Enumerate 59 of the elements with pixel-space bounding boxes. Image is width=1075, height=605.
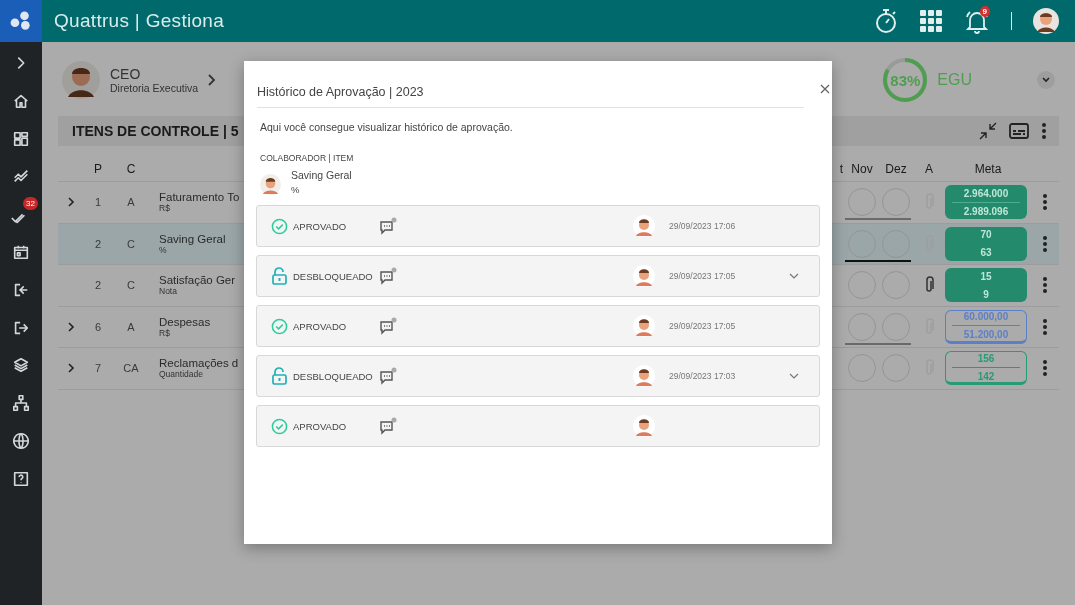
item-name: Reclamações d xyxy=(159,357,240,370)
timestamp: 29/09/2023 17:06 xyxy=(669,221,737,231)
column-header: Meta xyxy=(973,161,1003,176)
status-label: DESBLOQUEADO xyxy=(293,370,374,382)
table-cell-text: 2 xyxy=(93,237,103,250)
app-title: Quattrus | Gestiona xyxy=(54,10,225,32)
column-header: Nov xyxy=(851,161,873,176)
score-label: EGU xyxy=(937,71,972,89)
item-unit: % xyxy=(291,184,301,195)
target-value: 15 xyxy=(980,270,992,282)
item-unit: Quantidade xyxy=(159,369,203,380)
table-cell-text: 2 xyxy=(93,279,103,292)
timestamp: 29/09/2023 17:03 xyxy=(669,371,737,381)
actual-value: 2.989.096 xyxy=(963,205,1009,217)
dialog-title: Histórico de Aprovação | 2023 xyxy=(257,85,424,99)
table-cell-text: A xyxy=(126,196,136,209)
item-name: Saving Geral xyxy=(291,169,352,181)
table-cell-text: 1 xyxy=(93,196,103,209)
actual-value: 63 xyxy=(980,247,992,259)
status-label: APROVADO xyxy=(293,320,348,332)
item-unit: R$ xyxy=(159,203,171,214)
actual-value: 9 xyxy=(983,288,989,300)
table-cell-text: CA xyxy=(122,362,140,375)
target-value: 60.000,00 xyxy=(963,311,1009,323)
table-cell-text: A xyxy=(126,320,136,333)
actual-value: 51.200,00 xyxy=(963,329,1009,341)
actual-value: 142 xyxy=(977,370,995,382)
column-header: A xyxy=(924,161,934,176)
profile-role: CEO xyxy=(110,66,142,82)
status-label: DESBLOQUEADO xyxy=(293,270,374,282)
target-value: 156 xyxy=(977,352,995,364)
item-unit: % xyxy=(159,244,167,255)
table-cell-text: 7 xyxy=(93,362,103,375)
notification-badge: 9 xyxy=(979,6,990,17)
column-header: t xyxy=(838,161,844,176)
table-cell-text: 6 xyxy=(93,320,103,333)
count-badge: 32 xyxy=(23,197,38,211)
timestamp: 29/09/2023 17:05 xyxy=(669,271,737,281)
column-header: Dez xyxy=(885,161,907,176)
item-unit: Nota xyxy=(159,286,178,297)
item-unit: R$ xyxy=(159,327,170,338)
target-value: 70 xyxy=(980,229,992,241)
item-name: Satisfação Ger xyxy=(159,274,237,287)
column-header: C xyxy=(125,161,137,176)
score-percent: 83% xyxy=(890,71,921,89)
status-label: APROVADO xyxy=(293,420,348,432)
status-label: APROVADO xyxy=(293,220,348,232)
timestamp: 29/09/2023 17:05 xyxy=(669,321,737,331)
target-value: 2.964.000 xyxy=(963,187,1009,199)
item-name: Despesas xyxy=(159,315,212,328)
dialog-description: Aqui você consegue visualizar histórico de aprovação. xyxy=(260,121,514,133)
table-cell-text: C xyxy=(126,279,136,292)
profile-department: Diretoria Executiva xyxy=(110,82,199,94)
item-name: Faturamento To xyxy=(159,191,241,204)
table-cell-text: C xyxy=(126,237,136,250)
column-header: P xyxy=(93,161,103,176)
section-label: COLABORADOR | ITEM xyxy=(260,153,355,163)
panel-title: ITENS DE CONTROLE | 5 xyxy=(72,123,239,139)
item-name: Saving Geral xyxy=(159,232,227,245)
